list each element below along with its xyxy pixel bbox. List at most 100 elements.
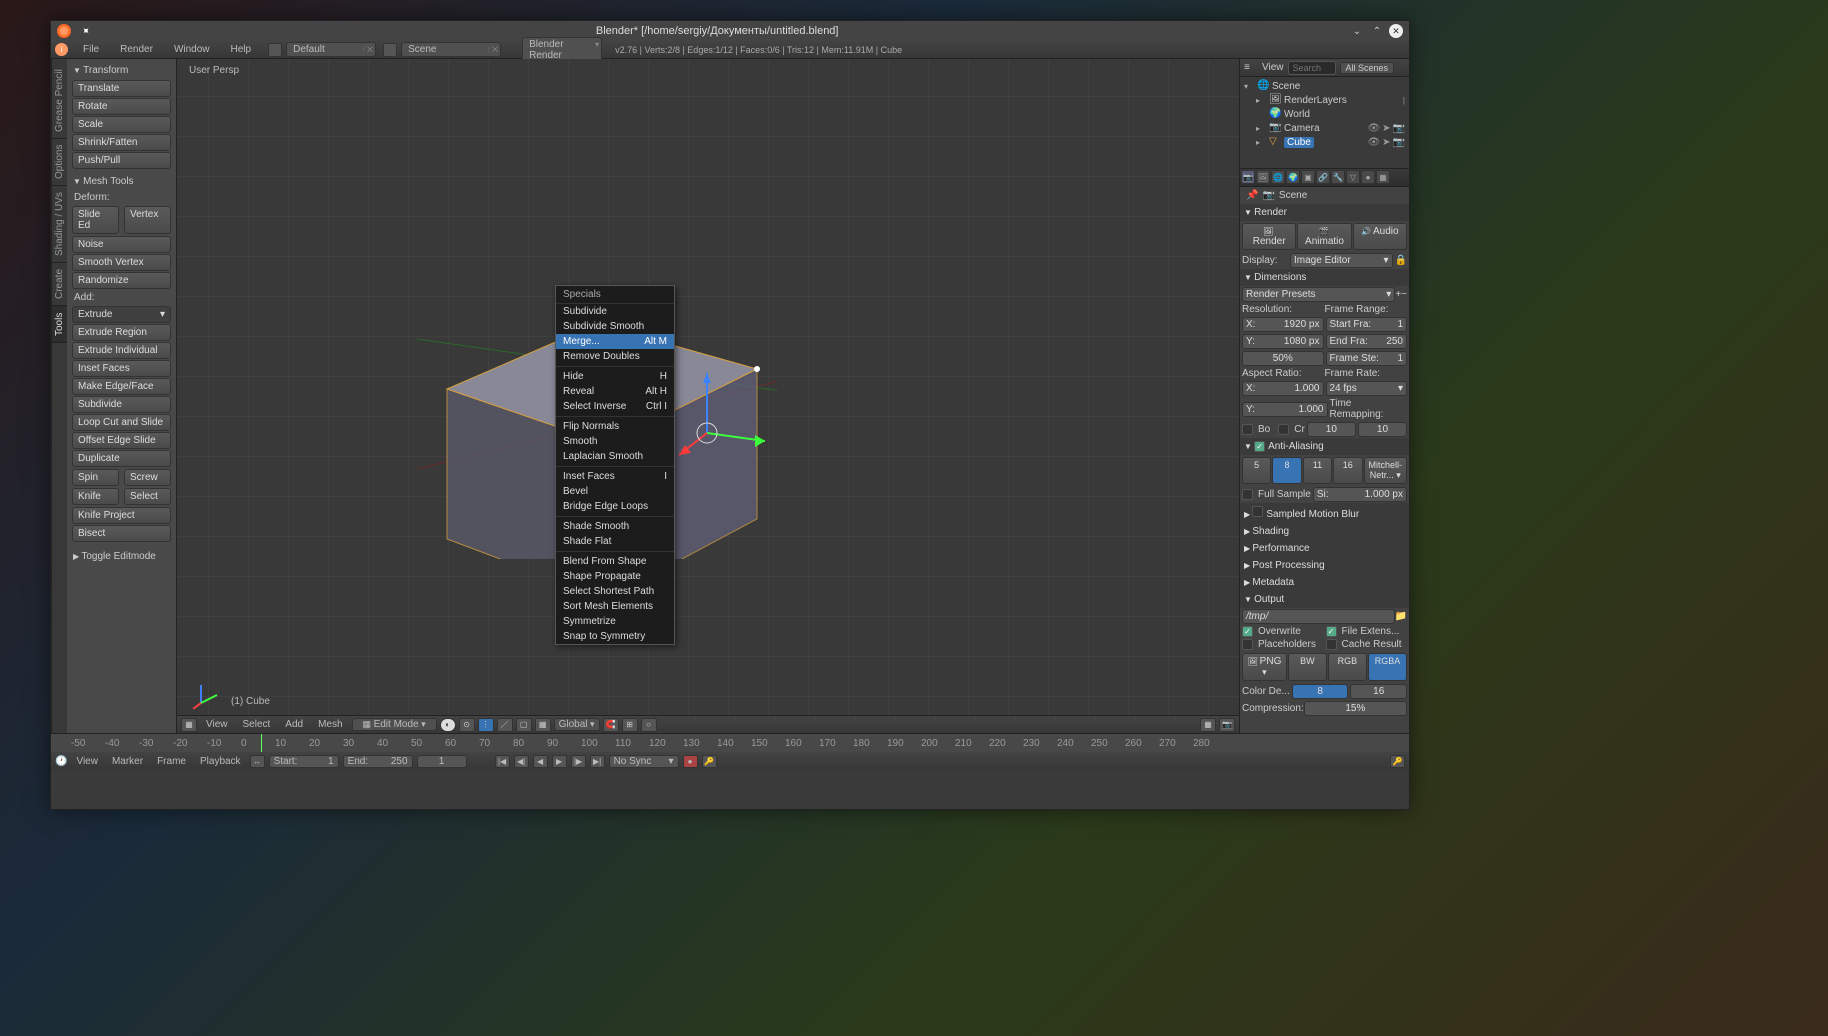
screw-button[interactable]: Screw (124, 469, 171, 486)
pin-icon[interactable]: 📌 (1246, 190, 1258, 201)
tab-object[interactable]: ▣ (1301, 170, 1315, 184)
section-sampled-motion-blur[interactable]: Sampled Motion Blur (1240, 503, 1409, 523)
close-button[interactable]: ✕ (1389, 24, 1403, 38)
randomize-button[interactable]: Randomize (72, 272, 171, 289)
tl-view[interactable]: View (71, 756, 103, 767)
timeline-type-icon[interactable]: 🕐 (55, 756, 67, 767)
rotate-button[interactable]: Rotate (72, 98, 171, 115)
maximize-button[interactable]: ⌃ (1369, 23, 1385, 39)
snap-icon[interactable]: 🧲 (603, 718, 619, 732)
minimize-button[interactable]: ⌄ (1349, 23, 1365, 39)
sync-selector[interactable]: No Sync▾ (609, 755, 679, 768)
jump-start-icon[interactable]: |◀ (495, 755, 510, 768)
push-pull-button[interactable]: Push/Pull (72, 152, 171, 169)
duplicate-button[interactable]: Duplicate (72, 450, 171, 467)
frame-step-field[interactable]: Frame Ste:1 (1326, 351, 1408, 366)
filter-selector[interactable]: Mitchell-Netr... ▾ (1364, 457, 1408, 484)
tl-frame[interactable]: Frame (152, 756, 191, 767)
menu-file[interactable]: File (73, 44, 109, 55)
outliner-filter[interactable]: All Scenes (1340, 62, 1395, 74)
slide-vertex-button[interactable]: Vertex (124, 206, 171, 234)
vert-sel-icon[interactable]: ⋮ (478, 718, 494, 732)
panel-mesh-tools[interactable]: Mesh Tools (70, 173, 173, 190)
context-sort-mesh-elements[interactable]: Sort Mesh Elements (556, 599, 674, 614)
play-icon[interactable]: ▶ (552, 755, 567, 768)
extrude-region-button[interactable]: Extrude Region (72, 324, 171, 341)
context-bridge-edge-loops[interactable]: Bridge Edge Loops (556, 499, 674, 514)
tab-shading-uvs[interactable]: Shading / UVs (52, 186, 67, 263)
output-path-field[interactable]: /tmp/ (1242, 609, 1395, 624)
keying-icon[interactable]: 🔑 (702, 755, 717, 768)
ch-bw[interactable]: BW (1288, 653, 1327, 681)
next-key-icon[interactable]: |▶ (571, 755, 586, 768)
context-shape-propagate[interactable]: Shape Propagate (556, 569, 674, 584)
outliner-camera[interactable]: Camera (1284, 123, 1320, 134)
context-flip-normals[interactable]: Flip Normals (556, 419, 674, 434)
tab-scene-prop[interactable]: 🌐 (1271, 170, 1285, 184)
tab-renderlayers[interactable]: 🖼 (1256, 170, 1270, 184)
old-frame-field[interactable]: 10 (1307, 422, 1356, 437)
mesh-menu[interactable]: Mesh (312, 719, 348, 730)
context-bevel[interactable]: Bevel (556, 484, 674, 499)
start-frame-input[interactable]: Start:1 (269, 755, 339, 768)
knife-button[interactable]: Knife (72, 488, 119, 505)
outliner-renderlayers[interactable]: RenderLayers (1284, 95, 1347, 106)
new-frame-field[interactable]: 10 (1358, 422, 1407, 437)
translate-button[interactable]: Translate (72, 80, 171, 97)
autokey-icon[interactable]: ● (683, 755, 698, 768)
filter-size-field[interactable]: Si:1.000 px (1313, 487, 1407, 502)
section-performance[interactable]: Performance (1240, 540, 1409, 557)
layer-icon[interactable]: ▦ (1200, 718, 1216, 732)
menu-help[interactable]: Help (221, 44, 262, 55)
samples-8[interactable]: 8 (1272, 457, 1301, 484)
tab-options[interactable]: Options (52, 139, 67, 186)
knife-select-button[interactable]: Select (124, 488, 171, 505)
samples-11[interactable]: 11 (1303, 457, 1332, 484)
context-reveal[interactable]: RevealAlt H (556, 384, 674, 399)
inset-faces-button[interactable]: Inset Faces (72, 360, 171, 377)
depth-16[interactable]: 16 (1350, 684, 1407, 699)
compression-field[interactable]: 15% (1304, 701, 1407, 716)
render-preview-icon[interactable]: 📷 (1219, 718, 1235, 732)
scene-icon[interactable] (383, 43, 397, 57)
orientation-selector[interactable]: Global ▾ (554, 718, 600, 731)
menu-window[interactable]: Window (164, 44, 220, 55)
edge-sel-icon[interactable]: ／ (497, 718, 513, 732)
context-smooth[interactable]: Smooth (556, 434, 674, 449)
animation-button[interactable]: 🎬Animatio (1297, 223, 1351, 250)
section-post-processing[interactable]: Post Processing (1240, 557, 1409, 574)
section-output[interactable]: Output (1240, 591, 1409, 608)
context-hide[interactable]: HideH (556, 369, 674, 384)
display-selector[interactable]: Image Editor▾ (1290, 253, 1393, 268)
end-frame-field[interactable]: End Fra:250 (1326, 334, 1408, 349)
outliner-view[interactable]: View (1262, 62, 1284, 73)
add-menu[interactable]: Add (279, 719, 309, 730)
scale-button[interactable]: Scale (72, 116, 171, 133)
playhead[interactable] (261, 734, 262, 752)
outliner-type-icon[interactable]: ≡ (1244, 62, 1258, 73)
context-select-inverse[interactable]: Select InverseCtrl I (556, 399, 674, 414)
info-icon[interactable]: i (55, 43, 68, 56)
audio-button[interactable]: 🔊Audio (1353, 223, 1407, 250)
cache-result-check[interactable] (1326, 639, 1337, 650)
menu-render[interactable]: Render (110, 44, 163, 55)
context-shade-flat[interactable]: Shade Flat (556, 534, 674, 549)
context-select-shortest-path[interactable]: Select Shortest Path (556, 584, 674, 599)
shading-icon[interactable]: ◐ (440, 718, 456, 732)
section-render[interactable]: Render (1240, 204, 1409, 221)
layout-selector[interactable]: Default⦙ ✕ (286, 42, 376, 57)
lock-icon[interactable]: 🔒 (1395, 255, 1407, 266)
noise-button[interactable]: Noise (72, 236, 171, 253)
mode-selector[interactable]: ▦ Edit Mode ▾ (352, 718, 437, 731)
editor-type-icon[interactable]: ▦ (181, 718, 197, 732)
extrude-individual-button[interactable]: Extrude Individual (72, 342, 171, 359)
section-shading[interactable]: Shading (1240, 523, 1409, 540)
tab-grease-pencil[interactable]: Grease Pencil (52, 63, 67, 139)
loop-cut-button[interactable]: Loop Cut and Slide (72, 414, 171, 431)
spin-button[interactable]: Spin (72, 469, 119, 486)
context-remove-doubles[interactable]: Remove Doubles (556, 349, 674, 364)
bisect-button[interactable]: Bisect (72, 525, 171, 542)
make-edge-face-button[interactable]: Make Edge/Face (72, 378, 171, 395)
placeholders-check[interactable] (1242, 639, 1253, 650)
face-sel-icon[interactable]: ▢ (516, 718, 532, 732)
